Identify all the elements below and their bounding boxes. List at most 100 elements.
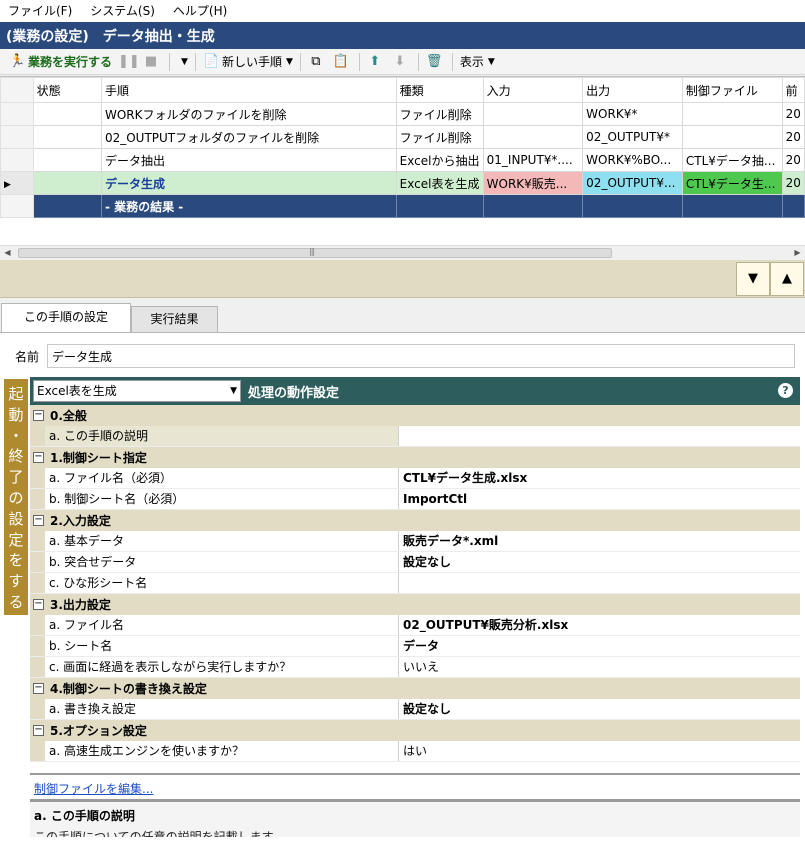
property-name: a. 基本データ	[45, 531, 399, 551]
property-name: a. 高速生成エンジンを使いますか？	[45, 741, 399, 761]
property-value[interactable]: いいえ	[399, 657, 800, 677]
view-label: 表示	[459, 55, 484, 69]
property-row[interactable]: a. 高速生成エンジンを使いますか？ はい	[30, 741, 800, 762]
collapse-icon[interactable]: −	[33, 452, 44, 463]
scrollbar-thumb[interactable]: |||	[18, 247, 612, 258]
menu-system[interactable]: システム(S)	[82, 0, 165, 22]
property-name: a. この手順の説明	[45, 426, 399, 446]
row-header[interactable]	[0, 125, 34, 149]
scroll-left-icon[interactable]: ◀	[0, 246, 15, 260]
property-value[interactable]	[399, 426, 800, 446]
cell-type: Excelから抽出	[395, 148, 484, 172]
property-row[interactable]: b. シート名 データ	[30, 636, 800, 657]
run-options-dropdown[interactable]: ▼	[174, 51, 191, 73]
property-value[interactable]: はい	[399, 741, 800, 761]
row-header[interactable]	[0, 102, 34, 126]
property-row[interactable]: b. 突合せデータ 設定なし	[30, 552, 800, 573]
cell-status	[32, 102, 102, 126]
property-row[interactable]: a. ファイル名（必須） CTL¥データ生成.xlsx	[30, 468, 800, 489]
table-row[interactable]: WORKフォルダのファイルを削除 ファイル削除 WORK¥* 20	[0, 102, 805, 126]
move-up-panel-button[interactable]: ▲	[770, 262, 804, 296]
page-title: データ抽出・生成	[102, 28, 215, 45]
property-category[interactable]: −4.制御シートの書き換え設定	[30, 678, 800, 699]
table-row[interactable]: データ抽出 Excelから抽出 01_INPUT¥*.... WORK¥%BO.…	[0, 148, 805, 172]
side-tab-char: を	[8, 551, 24, 570]
property-value[interactable]	[399, 573, 800, 593]
delete-button[interactable]: 🗑	[423, 51, 448, 73]
collapse-icon[interactable]: −	[33, 725, 44, 736]
side-tab-char: 起	[8, 385, 24, 403]
collapse-icon[interactable]: −	[33, 410, 44, 421]
property-row[interactable]: a. この手順の説明	[30, 426, 800, 447]
description-title: a. この手順の説明	[34, 809, 135, 823]
column-header-step[interactable]: 手順	[100, 77, 397, 103]
move-down-button[interactable]: ⬇	[389, 51, 414, 73]
paste-button[interactable]: 📋	[330, 51, 355, 73]
move-down-panel-button[interactable]: ▼	[736, 262, 770, 296]
new-step-button[interactable]: 📄 新しい手順 ▼	[200, 51, 296, 73]
row-header[interactable]	[0, 148, 34, 172]
view-menu-button[interactable]: 表示 ▼	[457, 51, 498, 73]
stop-button[interactable]: ■	[140, 51, 165, 73]
collapse-icon[interactable]: −	[33, 515, 44, 526]
tab-run-results[interactable]: 実行結果	[131, 306, 218, 332]
property-value[interactable]: CTL¥データ生成.xlsx	[399, 468, 800, 488]
action-type-select[interactable]: Excel表を生成 ▼	[33, 380, 241, 402]
property-row[interactable]: a. 基本データ 販売データ*.xml	[30, 531, 800, 552]
column-header-output[interactable]: 出力	[582, 77, 683, 103]
startup-shutdown-settings-tab[interactable]: 起 動 ・ 終 了 の 設 定 を す る	[4, 379, 28, 615]
description-pane: a. この手順の説明 この手順についての任意の説明を記載します。	[30, 799, 800, 837]
trash-icon: 🗑	[425, 53, 443, 69]
collapse-icon[interactable]: −	[33, 599, 44, 610]
property-category[interactable]: −1.制御シート指定	[30, 447, 800, 468]
action-settings-title: 処理の動作設定	[248, 385, 340, 401]
property-row[interactable]: c. 画面に経過を表示しながら実行しますか？ いいえ	[30, 657, 800, 678]
panel-splitter[interactable]: ▼ ▲	[0, 260, 805, 298]
property-row[interactable]: b. 制御シート名（必須） ImportCtl	[30, 489, 800, 510]
row-header[interactable]: ▶	[0, 171, 34, 195]
pause-button[interactable]: ❚❚	[115, 51, 140, 73]
cell-prev: 20	[781, 125, 805, 149]
row-header[interactable]	[0, 194, 34, 218]
column-header-prev[interactable]: 前	[781, 77, 805, 103]
property-value[interactable]: 設定なし	[399, 699, 800, 719]
cell-type	[395, 194, 484, 218]
property-row[interactable]: a. ファイル名 02_OUTPUT¥販売分析.xlsx	[30, 615, 800, 636]
column-header-control-file[interactable]: 制御ファイル	[681, 77, 783, 103]
side-tab-char: 終	[8, 447, 24, 466]
copy-button[interactable]: ⧉	[305, 51, 330, 73]
menu-bar: ファイル(F) システム(S) ヘルプ(H)	[0, 0, 805, 22]
property-row[interactable]: c. ひな形シート名	[30, 573, 800, 594]
scroll-right-icon[interactable]: ▶	[790, 246, 805, 260]
menu-file[interactable]: ファイル(F)	[0, 0, 82, 22]
horizontal-scrollbar[interactable]: ◀ ||| ▶	[0, 245, 805, 260]
tab-step-settings[interactable]: この手順の設定	[1, 303, 131, 333]
move-up-button[interactable]: ⬆	[364, 51, 389, 73]
property-value[interactable]: 設定なし	[399, 552, 800, 572]
property-value[interactable]: ImportCtl	[399, 489, 800, 509]
property-category[interactable]: −3.出力設定	[30, 594, 800, 615]
run-business-button[interactable]: 🏃 業務を実行する	[6, 51, 115, 73]
help-icon[interactable]: ?	[778, 383, 793, 398]
cell-step: WORKフォルダのファイルを削除	[100, 102, 397, 126]
action-type-value: Excel表を生成	[37, 384, 117, 398]
table-row-selected[interactable]: ▶ データ生成 Excel表を生成 WORK¥販売... 02_OUTPUT¥.…	[0, 171, 805, 195]
collapse-icon[interactable]: −	[33, 683, 44, 694]
property-value[interactable]: 販売データ*.xml	[399, 531, 800, 551]
step-name-input[interactable]	[47, 344, 795, 368]
table-row[interactable]: 02_OUTPUTフォルダのファイルを削除 ファイル削除 02_OUTPUT¥*…	[0, 125, 805, 149]
column-header-input[interactable]: 入力	[482, 77, 584, 103]
edit-control-file-link[interactable]: 制御ファイルを編集...	[34, 780, 153, 797]
property-category[interactable]: −2.入力設定	[30, 510, 800, 531]
property-value[interactable]: 02_OUTPUT¥販売分析.xlsx	[399, 615, 800, 635]
property-name: b. 制御シート名（必須）	[45, 489, 399, 509]
menu-help[interactable]: ヘルプ(H)	[165, 0, 237, 22]
property-category[interactable]: −0.全般	[30, 405, 800, 426]
tab-bar: 実行結果 この手順の設定	[0, 298, 805, 333]
column-header-status[interactable]: 状態	[32, 77, 102, 103]
property-value[interactable]: データ	[399, 636, 800, 656]
property-row[interactable]: a. 書き換え設定 設定なし	[30, 699, 800, 720]
business-result-row[interactable]: - 業務の結果 -	[0, 194, 805, 218]
column-header-type[interactable]: 種類	[395, 77, 484, 103]
property-category[interactable]: −5.オプション設定	[30, 720, 800, 741]
